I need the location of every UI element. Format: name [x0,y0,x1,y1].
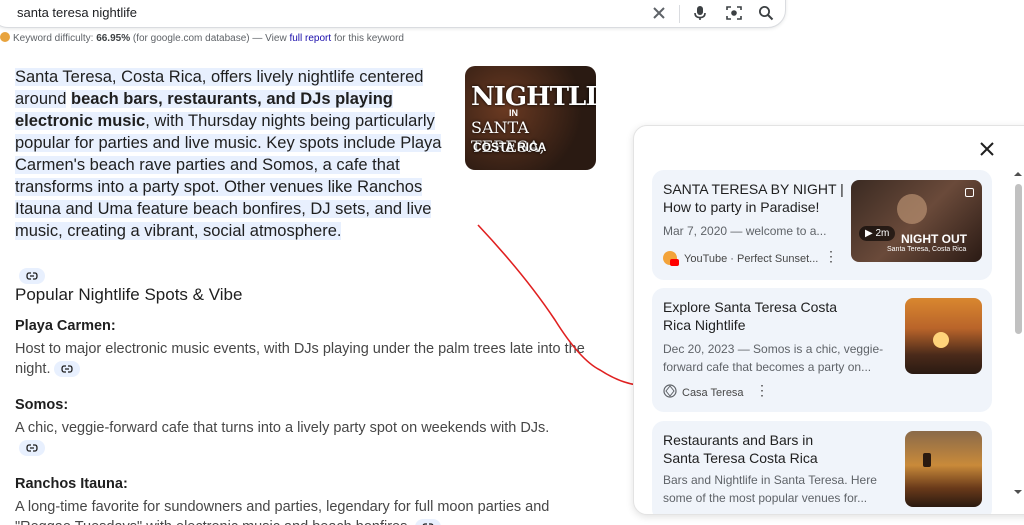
more-options-icon[interactable]: ⋮ [755,382,769,399]
more-options-icon[interactable]: ⋮ [824,248,838,265]
thumb-in: IN [509,108,518,118]
scrollbar-thumb[interactable] [1015,184,1022,334]
expand-icon [965,188,974,197]
nightlife-thumbnail[interactable]: NIGHTLIFE IN SANTA TERESA, COSTA RICA [465,66,596,170]
kd-label: Keyword difficulty: [13,33,94,44]
spot-desc: A long-time favorite for sundowners and … [15,499,550,525]
card-desc: Dec 20, 2023 — Somos is a chic, veggie-f… [663,342,884,374]
spot-desc: A chic, veggie-forward cafe that turns i… [15,420,550,436]
kd-value: 66.95% [96,33,131,44]
globe-icon [663,384,677,401]
card-desc: Mar 7, 2020 — welcome to a... [663,224,827,238]
thumb-title: NIGHTLIFE [471,82,596,112]
youtube-icon [663,251,679,267]
lantern-shape [923,453,931,467]
source-card[interactable]: Explore Santa Teresa Costa Rica Nightlif… [652,288,992,412]
thumb-overlay-sub: Santa Teresa, Costa Rica [887,246,967,253]
extension-icon [0,32,10,42]
thumb-country: COSTA RICA [473,140,547,154]
kd-suffix: for this keyword [333,33,404,44]
card-title[interactable]: Explore Santa Teresa Costa Rica Nightlif… [663,298,853,334]
spot-item: Ranchos Itauna: A long-time favorite for… [15,476,605,525]
camera-lens-icon[interactable] [723,2,745,24]
clear-search-icon[interactable] [648,2,670,24]
source-card[interactable]: Restaurants and Bars in Santa Teresa Cos… [652,421,992,514]
spot-name: Ranchos Itauna: [15,476,128,492]
card-source: YouTube · Perfect Sunset... [684,253,819,265]
spot-name: Somos: [15,397,69,413]
spot-item: Somos: A chic, veggie-forward cafe that … [15,397,605,458]
thumb-overlay-text: NIGHT OUT [901,232,967,246]
search-icon[interactable] [755,2,777,24]
citation-link-icon[interactable] [19,267,45,284]
source-card[interactable]: SANTA TERESA BY NIGHT | How to party in … [652,170,992,280]
duration-text: 2m [875,228,890,239]
kd-middle: (for google.com database) — View [132,33,287,44]
annotation-arrow [477,224,639,386]
microphone-icon[interactable] [689,2,711,24]
search-input[interactable]: santa teresa nightlife [17,5,137,20]
scroll-down-icon[interactable] [1014,488,1022,496]
keyword-difficulty-bar: Keyword difficulty: 66.95% (for google.c… [0,32,404,44]
citation-link-icon[interactable] [415,519,442,525]
article-thumbnail[interactable] [905,431,982,507]
card-title[interactable]: SANTA TERESA BY NIGHT | How to party in … [663,180,853,216]
answer-text-2: , with Thursday nights being particularl… [15,112,442,240]
article-thumbnail[interactable] [905,298,982,374]
search-bar[interactable]: santa teresa nightlife [0,0,786,28]
citation-link-icon[interactable] [19,440,45,457]
card-source: Casa Teresa [682,386,744,399]
full-report-link[interactable]: full report [289,33,331,44]
video-thumbnail[interactable]: ▶ 2m NIGHT OUT Santa Teresa, Costa Rica [851,180,982,262]
duration-badge: ▶ 2m [859,226,896,241]
sun-shape [933,332,949,348]
page-scrollbar[interactable] [1012,170,1024,500]
card-desc: Bars and Nightlife in Santa Teresa. Here… [663,473,877,505]
scroll-up-icon[interactable] [1014,170,1022,178]
sources-panel: SANTA TERESA BY NIGHT | How to party in … [633,125,1024,515]
divider [679,5,680,23]
close-icon[interactable] [976,138,998,160]
section-title: Popular Nightlife Spots & Vibe [15,285,243,304]
citation-link-icon[interactable] [54,361,81,378]
card-title[interactable]: Restaurants and Bars in Santa Teresa Cos… [663,431,853,467]
